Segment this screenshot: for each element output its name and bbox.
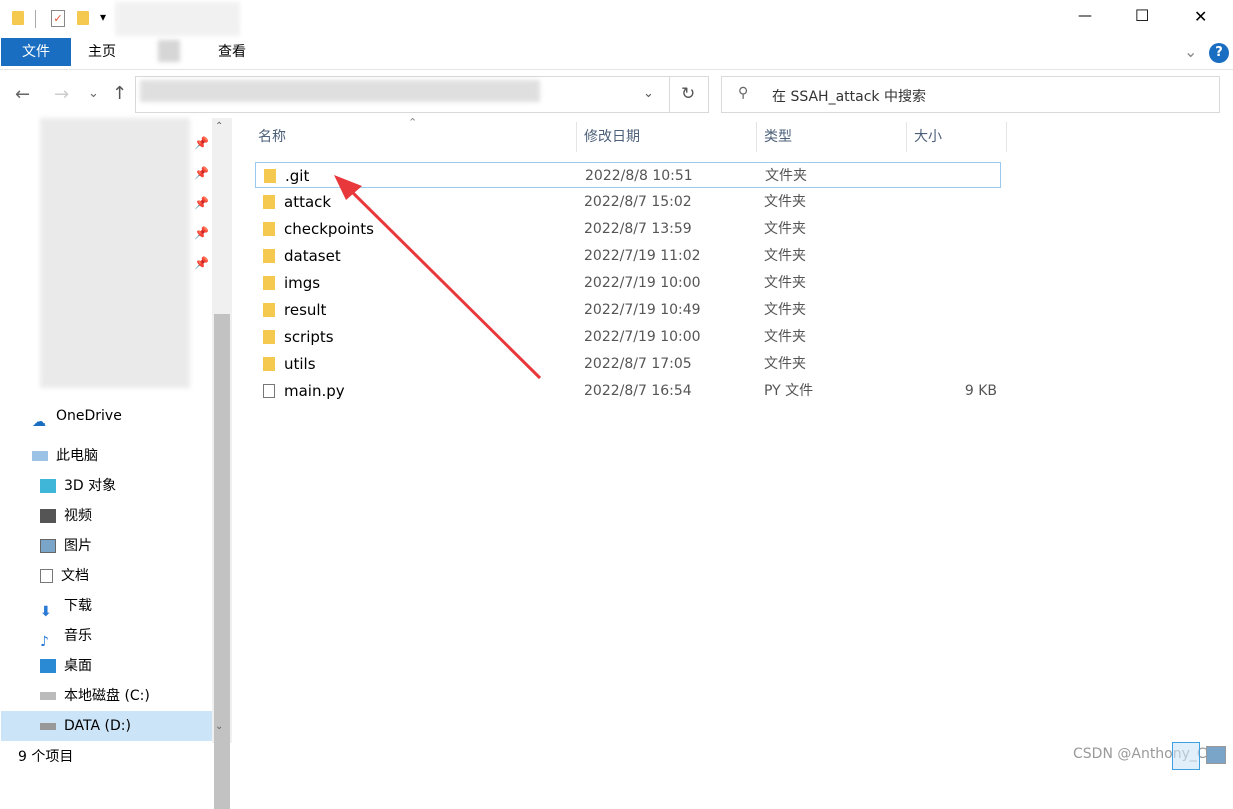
details-view-button[interactable]: [1172, 742, 1200, 770]
annotation-arrow: [334, 175, 542, 380]
large-icons-view-button[interactable]: [1206, 746, 1226, 764]
status-item-count: 9 个项目: [18, 749, 74, 765]
